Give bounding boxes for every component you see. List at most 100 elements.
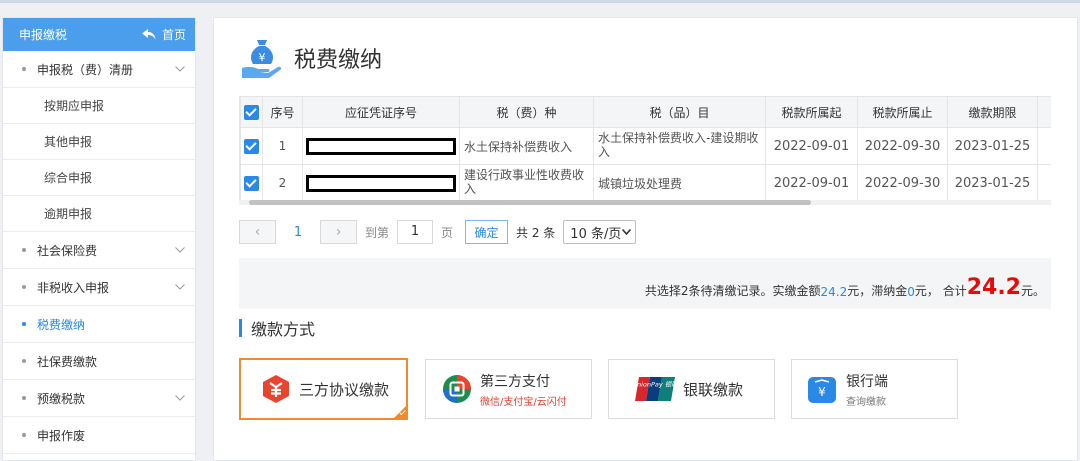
payment-card-label: 银联缴款	[683, 380, 744, 399]
late-fee-amount: 0	[907, 285, 915, 299]
svg-text:¥: ¥	[818, 385, 826, 399]
page-size-select[interactable]: 10 条/页	[563, 220, 637, 244]
pagination: ‹ 1 › 到第 1 页 确定 共 2 条 10 条/页	[239, 220, 637, 244]
summary-text-1: 共选择2条待清缴记录。实缴金额	[644, 284, 821, 298]
total-count: 共 2 条	[516, 225, 556, 240]
bullet-icon	[22, 248, 26, 252]
chevron-down-icon	[175, 395, 185, 401]
bullet-icon	[22, 322, 26, 326]
scrollbar-thumb[interactable]	[249, 200, 811, 205]
sidebar-item-prepaid-tax[interactable]: 预缴税款	[3, 380, 195, 417]
column-header: 税款所属起	[765, 96, 858, 128]
period-end-cell: 2022-09-30	[857, 164, 948, 202]
page-number-current[interactable]: 1	[276, 225, 320, 240]
bullet-icon	[22, 359, 26, 363]
sidebar-item-void-declaration[interactable]: 申报作废	[3, 417, 195, 454]
payment-card-label: 银行端	[846, 373, 888, 390]
row-checkbox[interactable]	[244, 138, 259, 154]
column-header: 应征凭证序号	[302, 96, 460, 128]
payment-card-tripartite[interactable]: 三方协议缴款	[239, 358, 408, 420]
bullet-icon	[22, 396, 26, 400]
payment-card-sub: 查询缴款	[846, 396, 886, 408]
summary-text-3: 元， 合计	[914, 284, 967, 298]
payment-card-label: 三方协议缴款	[299, 380, 390, 399]
sidebar-subitem-other[interactable]: 其他申报	[3, 124, 195, 160]
top-border	[0, 0, 1080, 3]
payment-summary: 共选择2条待清缴记录。实缴金额 24.2 元，滞纳金 0 元， 合计 24.2 …	[239, 258, 1051, 309]
period-start-cell: 2022-09-01	[765, 164, 858, 202]
goto-page-input[interactable]: 1	[397, 220, 434, 244]
table-row[interactable]: 1 水土保持补偿费收入 水土保持补偿费收入-建设期收入 2022-09-01 2…	[240, 127, 1051, 165]
sidebar-item-label: 申报税（费）清册	[37, 62, 134, 77]
goto-confirm-button[interactable]: 确定	[465, 220, 509, 244]
prev-page-button[interactable]: ‹	[239, 220, 276, 244]
sidebar-subitem-comprehensive[interactable]: 综合申报	[3, 160, 195, 196]
home-link[interactable]: 首页	[141, 26, 186, 43]
sidebar-item-social-security-payment[interactable]: 社保费缴款	[3, 343, 195, 380]
tax-item-cell: 水土保持补偿费收入-建设期收入	[593, 127, 766, 165]
heading-accent-bar	[239, 319, 242, 337]
payment-card-bank-side[interactable]: ¥ 银行端 查询缴款	[791, 359, 958, 419]
chevron-down-icon	[175, 284, 185, 290]
summary-text-2: 元，滞纳金	[847, 284, 908, 298]
column-header: 税（品）目	[593, 96, 766, 128]
home-label: 首页	[161, 28, 186, 42]
chevron-down-icon	[175, 66, 185, 72]
sidebar-item-tax-payment[interactable]: 税费缴纳	[3, 306, 195, 343]
table-header-row: 序号 应征凭证序号 税（费）种 税（品）目 税款所属起 税款所属止 缴款期限	[240, 96, 1051, 128]
period-start-cell: 2022-09-01	[765, 127, 858, 165]
select-arrow-icon	[622, 229, 632, 235]
unionpay-logo-icon: UnionPay 银联	[635, 377, 675, 401]
row-checkbox[interactable]	[244, 175, 259, 191]
row-number: 1	[262, 127, 303, 165]
goto-label: 到第	[365, 225, 390, 240]
deadline-cell: 2023-01-25	[947, 127, 1038, 165]
sidebar-item-declaration-list[interactable]: 申报税（费）清册	[3, 51, 195, 88]
redacted-voucher-number	[306, 137, 456, 155]
row-checkbox-cell[interactable]	[240, 127, 263, 165]
voucher-number-cell	[302, 164, 460, 202]
redacted-voucher-number	[306, 174, 456, 192]
svg-text:¥: ¥	[259, 51, 266, 64]
bullet-icon	[22, 433, 26, 437]
payment-card-text: 第三方支付 微信/支付宝/云闪付	[480, 371, 567, 408]
row-checkbox-cell[interactable]	[240, 164, 263, 202]
column-header: 税（费）种	[459, 96, 594, 128]
summary-text-4: 元。	[1020, 284, 1045, 298]
sidebar-header: 申报缴税 首页	[3, 18, 195, 51]
main-panel: ¥ 税费缴纳 序号 应征凭证序号 税（费）种 税（品）目 税款所属起 税款所属止…	[213, 17, 1078, 461]
sidebar-item-label: 预缴税款	[37, 391, 86, 406]
select-all-checkbox[interactable]	[244, 104, 259, 120]
select-all-cell[interactable]	[240, 96, 263, 128]
table-row[interactable]: 2 建设行政事业性收费收入 城镇垃圾处理费 2022-09-01 2022-09…	[240, 164, 1051, 202]
bullet-icon	[22, 67, 26, 71]
table-horizontal-scrollbar[interactable]	[239, 200, 1051, 205]
next-page-button[interactable]: ›	[320, 220, 357, 244]
extra-cell	[1037, 164, 1051, 202]
tax-item-cell: 城镇垃圾处理费	[593, 164, 766, 202]
payment-card-unionpay[interactable]: UnionPay 银联 银联缴款	[608, 359, 775, 419]
sidebar-subitem-overdue[interactable]: 逾期申报	[3, 196, 195, 232]
sidebar-item-label: 申报作废	[37, 428, 86, 443]
sidebar-item-non-tax[interactable]: 非税收入申报	[3, 269, 195, 306]
page-title: 税费缴纳	[294, 48, 383, 73]
money-bag-hand-icon: ¥	[242, 40, 282, 78]
payment-method-title: 缴款方式	[251, 320, 316, 339]
payment-card-sub: 微信/支付宝/云闪付	[480, 396, 567, 408]
page-size-value: 10 条/页	[570, 226, 622, 242]
bank-wallet-icon: ¥	[808, 377, 836, 403]
sidebar: 申报缴税 首页 申报税（费）清册 按期应申报 其他申报 综合申报 逾期申报 社会…	[2, 17, 196, 461]
sidebar-item-label: 税费缴纳	[37, 317, 86, 332]
back-arrow-icon	[141, 29, 156, 40]
sidebar-item-social-insurance[interactable]: 社会保险费	[3, 232, 195, 269]
payment-card-third-party[interactable]: 第三方支付 微信/支付宝/云闪付	[425, 359, 592, 419]
total-amount: 24.2	[966, 275, 1021, 300]
payment-method-heading: 缴款方式	[239, 318, 316, 339]
payment-card-label: 第三方支付	[480, 373, 550, 390]
column-header: 税款所属止	[857, 96, 948, 128]
page-unit-label: 页	[441, 225, 454, 240]
sidebar-subitem-periodic[interactable]: 按期应申报	[3, 88, 195, 124]
bullet-icon	[22, 285, 26, 289]
deadline-cell: 2023-01-25	[947, 164, 1038, 202]
sidebar-item-label: 社会保险费	[37, 243, 98, 258]
